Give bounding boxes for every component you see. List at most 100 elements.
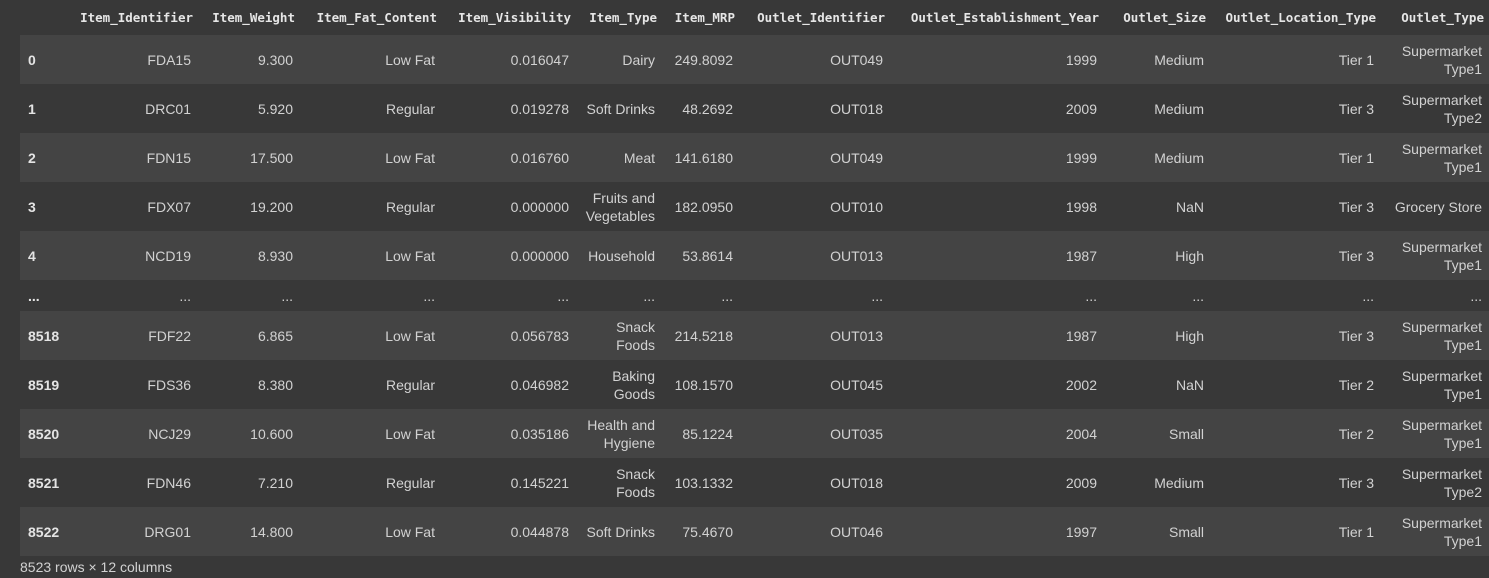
table-cell: Tier 1 xyxy=(1338,51,1374,68)
table-cell: NCD19 xyxy=(145,247,191,264)
table-cell: 1998 xyxy=(1065,198,1097,215)
table-cell: NaN xyxy=(1175,198,1204,215)
table-cell: DRC01 xyxy=(145,100,191,117)
table-cell: Medium xyxy=(1154,149,1204,166)
table-cell: ... xyxy=(643,287,655,304)
table-cell: OUT018 xyxy=(830,474,883,491)
column-header-item-visibility: Item_Visibility xyxy=(442,0,576,35)
table-row: 3 FDX07 19.200 Regular 0.000000 Fruits and Ve… xyxy=(20,182,1489,231)
column-header-outlet-size: Outlet_Size xyxy=(1104,0,1211,35)
table-cell: 75.4670 xyxy=(682,523,733,540)
table-cell: Regular xyxy=(385,474,435,491)
table-cell: Tier 3 xyxy=(1338,247,1374,264)
table-cell: 1999 xyxy=(1065,51,1097,68)
table-cell: 0.019278 xyxy=(510,100,569,117)
table-row: 8519 FDS36 8.380 Regular 0.046982 Baking Good… xyxy=(20,360,1489,409)
table-cell: OUT049 xyxy=(830,51,883,68)
table-cell: OUT013 xyxy=(830,327,883,344)
row-index: 8518 xyxy=(28,327,60,344)
table-cell: 0.000000 xyxy=(510,198,569,215)
table-cell: ... xyxy=(1085,287,1097,304)
table-cell: 85.1224 xyxy=(682,425,733,442)
table-cell: Small xyxy=(1168,425,1204,442)
table-cell: Tier 3 xyxy=(1338,327,1374,344)
table-cell: ... xyxy=(281,287,293,304)
index-header xyxy=(20,0,67,35)
table-cell: 214.5218 xyxy=(674,327,733,344)
row-index: 1 xyxy=(28,100,36,117)
table-cell: NCJ29 xyxy=(148,425,191,442)
table-cell: Supermarket Type1 xyxy=(1401,238,1482,273)
column-header-outlet-establishment-year: Outlet_Establishment_Year xyxy=(890,0,1104,35)
row-index: 2 xyxy=(28,149,36,166)
table-cell: 2002 xyxy=(1065,376,1097,393)
table-cell: Medium xyxy=(1154,474,1204,491)
table-cell: Grocery Store xyxy=(1394,198,1482,215)
table-cell: Supermarket Type2 xyxy=(1401,91,1482,126)
table-cell: 1999 xyxy=(1065,149,1097,166)
table-cell: Medium xyxy=(1154,100,1204,117)
table-cell: 0.044878 xyxy=(510,523,569,540)
table-cell: OUT013 xyxy=(830,247,883,264)
table-body: 0 FDA15 9.300 Low Fat 0.016047 Dairy 249.8092 O… xyxy=(20,35,1489,556)
table-cell: ... xyxy=(1362,287,1374,304)
table-cell: ... xyxy=(871,287,883,304)
column-header-item-fat-content: Item_Fat_Content xyxy=(300,0,442,35)
table-cell: Tier 2 xyxy=(1338,376,1374,393)
table-cell: Snack Foods xyxy=(616,318,655,353)
table-cell: High xyxy=(1175,247,1204,264)
table-cell: 53.8614 xyxy=(682,247,733,264)
table-cell: 2009 xyxy=(1065,100,1097,117)
table-cell: OUT018 xyxy=(830,100,883,117)
table-cell: 1987 xyxy=(1065,247,1097,264)
table-cell: Low Fat xyxy=(385,149,435,166)
table-cell: Low Fat xyxy=(385,425,435,442)
table-cell: OUT010 xyxy=(830,198,883,215)
table-cell: Dairy xyxy=(622,51,655,68)
table-cell: Health and Hygiene xyxy=(587,416,655,451)
row-index: 0 xyxy=(28,51,36,68)
table-cell: Tier 2 xyxy=(1338,425,1374,442)
table-cell: Tier 3 xyxy=(1338,474,1374,491)
table-cell: FDX07 xyxy=(147,198,191,215)
table-cell: NaN xyxy=(1175,376,1204,393)
table-cell: 0.145221 xyxy=(510,474,569,491)
row-index: 3 xyxy=(28,198,36,215)
table-cell: 182.0950 xyxy=(674,198,733,215)
dataframe-output: Item_Identifier Item_Weight Item_Fat_Conte… xyxy=(20,0,1489,556)
table-row: 0 FDA15 9.300 Low Fat 0.016047 Dairy 249.8092 O… xyxy=(20,35,1489,84)
table-cell: 0.016760 xyxy=(510,149,569,166)
table-row: 8518 FDF22 6.865 Low Fat 0.056783 Snack Foods… xyxy=(20,311,1489,360)
table-cell: Tier 3 xyxy=(1338,100,1374,117)
table-cell: ... xyxy=(423,287,435,304)
column-header-outlet-location-type: Outlet_Location_Type xyxy=(1211,0,1381,35)
table-cell: Low Fat xyxy=(385,523,435,540)
table-cell: 103.1332 xyxy=(674,474,733,491)
row-index: 8519 xyxy=(28,376,60,393)
dataframe-table: Item_Identifier Item_Weight Item_Fat_Conte… xyxy=(20,0,1489,556)
header-row: Item_Identifier Item_Weight Item_Fat_Conte… xyxy=(20,0,1489,35)
table-cell: OUT035 xyxy=(830,425,883,442)
column-header-item-weight: Item_Weight xyxy=(198,0,300,35)
table-cell: Regular xyxy=(385,376,435,393)
table-cell: Regular xyxy=(385,100,435,117)
table-cell: FDN46 xyxy=(146,474,191,491)
table-cell: ... xyxy=(557,287,569,304)
table-cell: FDS36 xyxy=(147,376,191,393)
ellipsis-row: .................................... xyxy=(20,280,1489,311)
table-cell: Fruits and Vegetables xyxy=(585,189,655,224)
table-cell: Supermarket Type2 xyxy=(1401,465,1482,500)
table-cell: 14.800 xyxy=(250,523,293,540)
table-cell: Low Fat xyxy=(385,327,435,344)
table-cell: FDA15 xyxy=(147,51,191,68)
table-cell: 1987 xyxy=(1065,327,1097,344)
table-cell: 17.500 xyxy=(250,149,293,166)
table-cell: OUT049 xyxy=(830,149,883,166)
table-cell: 0.056783 xyxy=(510,327,569,344)
column-header-outlet-identifier: Outlet_Identifier xyxy=(740,0,890,35)
table-cell: ... xyxy=(179,287,191,304)
table-cell: 108.1570 xyxy=(674,376,733,393)
column-header-item-identifier: Item_Identifier xyxy=(67,0,198,35)
table-cell: Tier 1 xyxy=(1338,523,1374,540)
table-cell: Medium xyxy=(1154,51,1204,68)
